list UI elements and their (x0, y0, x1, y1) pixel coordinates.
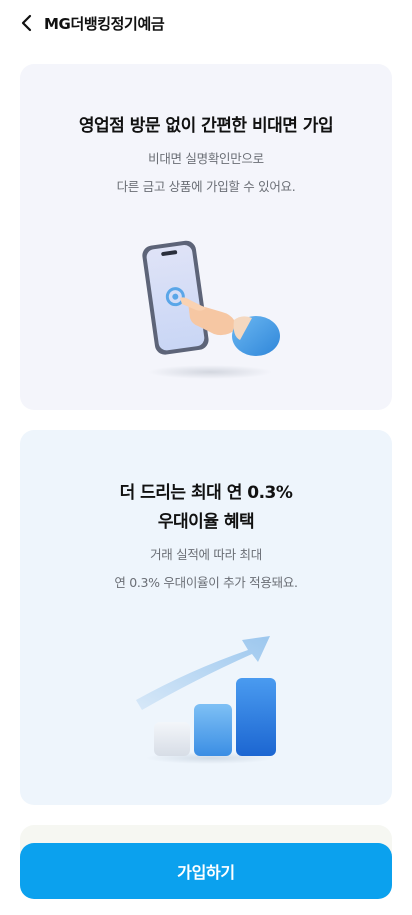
signup-button[interactable]: 가입하기 (20, 843, 392, 899)
card-title-line: 더 드리는 최대 연 0.3% (119, 483, 293, 503)
app-header: MG더뱅킹정기예금 (0, 0, 412, 48)
card-desc-line: 다른 금고 상품에 가입할 수 있어요. (116, 179, 296, 194)
phone-tap-icon (142, 240, 280, 379)
card-desc-line: 연 0.3% 우대이율이 추가 적용돼요. (114, 575, 298, 590)
card-desc-line: 거래 실적에 따라 최대 (150, 547, 262, 562)
signup-button-label: 가입하기 (177, 863, 235, 882)
back-button[interactable] (14, 10, 40, 36)
card-desc-line: 비대면 실명확인만으로 (148, 151, 264, 166)
feature-card-nonface-signup: 영업점 방문 없이 간편한 비대면 가입 비대면 실명확인만으로 다른 금고 상… (20, 64, 392, 410)
page-title: MG더뱅킹정기예금 (44, 15, 165, 33)
card-title: 영업점 방문 없이 간편한 비대면 가입 (78, 116, 334, 136)
growth-chart-icon (136, 636, 276, 764)
chevron-left-icon (21, 14, 32, 32)
card-title-line: 우대이율 혜택 (157, 512, 255, 532)
feature-card-preferential-rate: 더 드리는 최대 연 0.3% 우대이율 혜택 거래 실적에 따라 최대 연 0… (20, 430, 392, 805)
